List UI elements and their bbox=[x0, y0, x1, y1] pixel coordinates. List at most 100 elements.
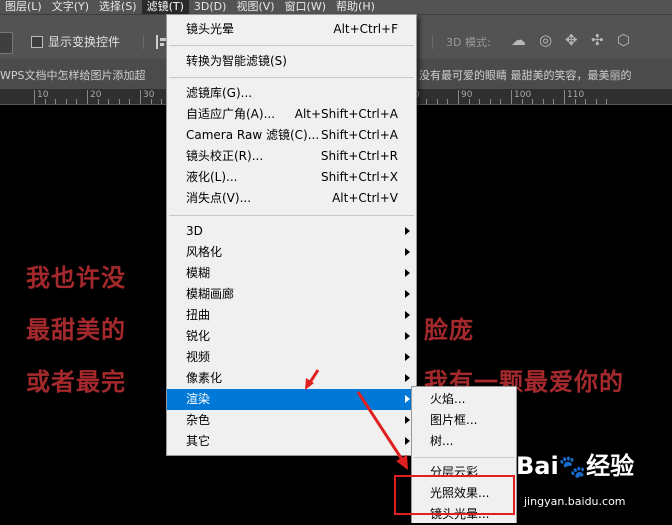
menu-item-camera-raw[interactable]: Camera Raw 滤镜(C)... Shift+Ctrl+A bbox=[167, 125, 416, 146]
ruler-minor-tick bbox=[426, 99, 428, 104]
ruler-minor-tick bbox=[65, 99, 67, 104]
submenu-arrow-icon bbox=[405, 332, 410, 340]
canvas-text-line3: 或者最完 bbox=[26, 368, 126, 396]
baidu-watermark: Bai🐾经验 jingyan.baidu.com bbox=[516, 446, 672, 522]
menu-filter[interactable]: 滤镜(T) bbox=[141, 0, 189, 14]
menu-bar: 图层(L) 文字(Y) 选择(S) 滤镜(T) 3D(D) 视图(V) 窗口(W… bbox=[0, 0, 672, 14]
document-tab-title[interactable]: WPS文档中怎样给图片添加超 bbox=[0, 67, 146, 83]
ruler-minor-tick bbox=[76, 99, 78, 104]
menu-item-liquify[interactable]: 液化(L)... Shift+Ctrl+X bbox=[167, 167, 416, 188]
ruler-major-tick bbox=[458, 90, 459, 104]
annotation-highlight-box bbox=[394, 475, 515, 515]
submenu-arrow-icon bbox=[405, 395, 410, 403]
ruler-minor-tick bbox=[521, 99, 523, 104]
3d-scale-icon[interactable]: ⬡ bbox=[617, 31, 630, 49]
submenu-stylize[interactable]: 风格化 bbox=[167, 242, 416, 263]
submenu-3d[interactable]: 3D bbox=[167, 221, 416, 242]
submenu-arrow-icon bbox=[405, 374, 410, 382]
3d-mode-label: 3D 模式: bbox=[446, 36, 491, 49]
menu-item-tree[interactable]: 树... bbox=[412, 431, 516, 452]
ruler-minor-tick bbox=[595, 99, 597, 104]
ruler-minor-tick bbox=[585, 99, 587, 104]
menu-separator bbox=[414, 457, 514, 458]
ruler-minor-tick bbox=[129, 99, 131, 104]
ruler-minor-tick bbox=[606, 99, 608, 104]
ruler-major-tick bbox=[140, 90, 141, 104]
menu-item-adaptive-wide-angle[interactable]: 自适应广角(A)... Alt+Shift+Ctrl+A bbox=[167, 104, 416, 125]
menu-view[interactable]: 视图(V) bbox=[231, 0, 279, 14]
ruler-minor-tick bbox=[436, 99, 438, 104]
canvas-text-line2-right: 脸庞 bbox=[424, 316, 474, 344]
submenu-arrow-icon bbox=[405, 290, 410, 298]
menu-item-flame[interactable]: 火焰... bbox=[412, 389, 516, 410]
ruler-label: 100 bbox=[514, 90, 532, 100]
submenu-arrow-icon bbox=[405, 416, 410, 424]
ruler-minor-tick bbox=[468, 99, 470, 104]
document-tab-title-continued: 没有最可爱的眼睛 最甜美的笑容，最美丽的 bbox=[419, 69, 632, 82]
ruler-minor-tick bbox=[55, 99, 57, 104]
menu-type[interactable]: 文字(Y) bbox=[47, 0, 94, 14]
menu-item-vanishing-point[interactable]: 消失点(V)... Alt+Ctrl+V bbox=[167, 188, 416, 209]
submenu-pixelate[interactable]: 像素化 bbox=[167, 368, 416, 389]
3d-roll-icon[interactable]: ◎ bbox=[539, 31, 552, 49]
menu-separator bbox=[169, 45, 414, 46]
ruler-minor-tick bbox=[542, 99, 544, 104]
3d-pan-icon[interactable]: ✥ bbox=[565, 31, 578, 49]
ruler-minor-tick bbox=[118, 99, 120, 104]
ruler-minor-tick bbox=[500, 99, 502, 104]
submenu-arrow-icon bbox=[405, 353, 410, 361]
ruler-major-tick bbox=[564, 90, 565, 104]
ruler-label: 20 bbox=[90, 90, 102, 100]
ruler-minor-tick bbox=[553, 99, 555, 104]
ruler-major-tick bbox=[34, 90, 35, 104]
submenu-arrow-icon bbox=[405, 269, 410, 277]
ruler-label: 90 bbox=[461, 90, 473, 100]
canvas-text-line2: 最甜美的 bbox=[26, 316, 126, 344]
submenu-render[interactable]: 渲染 bbox=[167, 389, 416, 410]
submenu-distort[interactable]: 扭曲 bbox=[167, 305, 416, 326]
menu-layer[interactable]: 图层(L) bbox=[0, 0, 47, 14]
menu-item-lens-correction[interactable]: 镜头校正(R)... Shift+Ctrl+R bbox=[167, 146, 416, 167]
ruler-minor-tick bbox=[44, 99, 46, 104]
3d-orbit-icon[interactable]: ☁ bbox=[511, 31, 526, 49]
ruler-minor-tick bbox=[150, 99, 152, 104]
show-transform-label: 显示变换控件 bbox=[48, 35, 121, 49]
tool-preset-dropdown[interactable] bbox=[0, 32, 13, 54]
submenu-arrow-icon bbox=[405, 437, 410, 445]
divider bbox=[143, 35, 144, 49]
menu-separator bbox=[169, 215, 414, 216]
canvas-text-line1: 我也许没 bbox=[26, 264, 126, 292]
menu-3d[interactable]: 3D(D) bbox=[189, 0, 232, 14]
submenu-blur[interactable]: 模糊 bbox=[167, 263, 416, 284]
submenu-noise[interactable]: 杂色 bbox=[167, 410, 416, 431]
show-transform-checkbox[interactable] bbox=[31, 36, 43, 48]
ruler-minor-tick bbox=[447, 99, 449, 104]
ruler-minor-tick bbox=[161, 99, 163, 104]
submenu-arrow-icon bbox=[405, 227, 410, 235]
ruler-minor-tick bbox=[97, 99, 99, 104]
3d-slide-icon[interactable]: ✣ bbox=[591, 31, 604, 49]
menu-select[interactable]: 选择(S) bbox=[94, 0, 142, 14]
watermark-brand: Bai🐾经验 bbox=[516, 452, 635, 480]
submenu-video[interactable]: 视频 bbox=[167, 347, 416, 368]
ruler-minor-tick bbox=[574, 99, 576, 104]
ruler-minor-tick bbox=[479, 99, 481, 104]
submenu-blur-gallery[interactable]: 模糊画廊 bbox=[167, 284, 416, 305]
paw-icon: 🐾 bbox=[558, 455, 587, 480]
ruler-minor-tick bbox=[532, 99, 534, 104]
menu-item-last-filter[interactable]: 镜头光晕 Alt+Ctrl+F bbox=[167, 19, 416, 40]
submenu-other[interactable]: 其它 bbox=[167, 431, 416, 452]
watermark-url: jingyan.baidu.com bbox=[524, 495, 626, 508]
ruler-label: 110 bbox=[567, 90, 585, 100]
menu-window[interactable]: 窗口(W) bbox=[280, 0, 331, 14]
menu-item-picture-frame[interactable]: 图片框... bbox=[412, 410, 516, 431]
menu-help[interactable]: 帮助(H) bbox=[331, 0, 380, 14]
menu-item-convert-smart-filter[interactable]: 转换为智能滤镜(S) bbox=[167, 51, 416, 72]
submenu-sharpen[interactable]: 锐化 bbox=[167, 326, 416, 347]
ruler-minor-tick bbox=[489, 99, 491, 104]
ruler-label: 10 bbox=[37, 90, 49, 100]
ruler-major-tick bbox=[511, 90, 512, 104]
divider bbox=[432, 35, 433, 49]
submenu-arrow-icon bbox=[405, 248, 410, 256]
menu-item-filter-gallery[interactable]: 滤镜库(G)... bbox=[167, 83, 416, 104]
